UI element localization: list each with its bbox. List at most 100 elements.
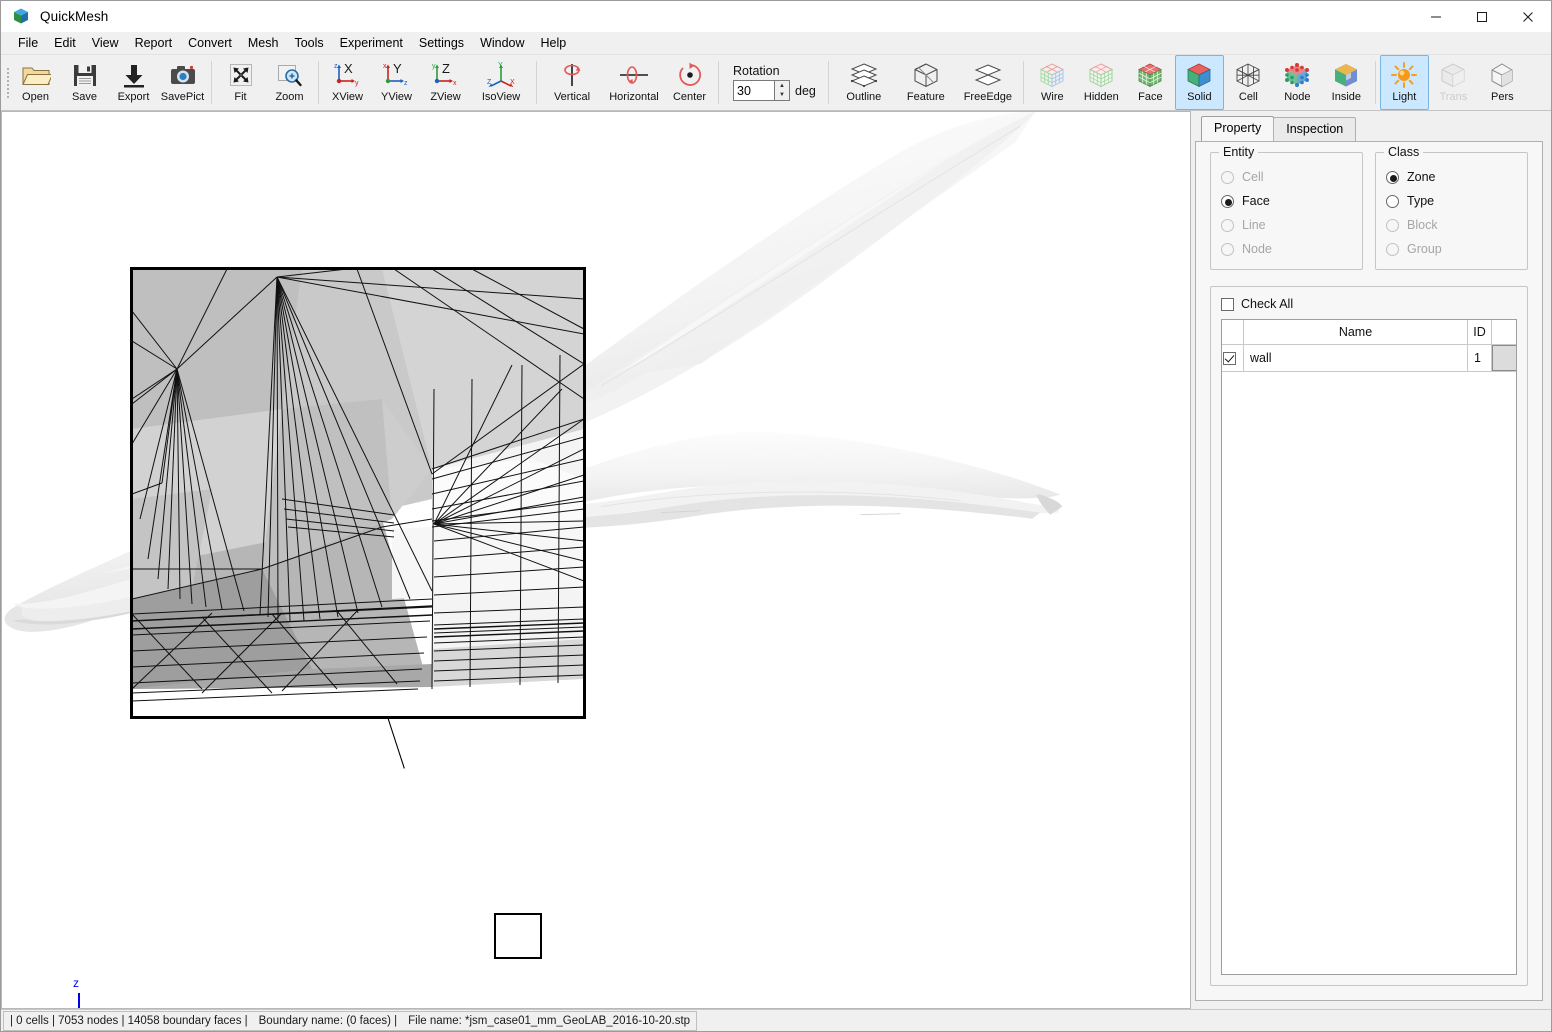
rotation-spin-down[interactable]: ▼ — [775, 91, 789, 101]
cube-cell-icon — [1234, 60, 1262, 90]
save-button[interactable]: Save — [60, 55, 109, 110]
vertical-button[interactable]: Vertical — [541, 55, 603, 110]
menu-report[interactable]: Report — [127, 34, 181, 52]
toolbar-group-rotate: Vertical Horizontal Center — [541, 55, 714, 110]
menu-window[interactable]: Window — [472, 34, 532, 52]
radio-indicator — [1386, 242, 1399, 256]
zview-button[interactable]: y x Z ZView — [421, 55, 470, 110]
savepict-button[interactable]: SavePict — [158, 55, 207, 110]
title-bar: QuickMesh — [1, 1, 1551, 32]
row-checkbox-cell[interactable] — [1222, 345, 1244, 371]
rotate-horizontal-icon — [616, 60, 652, 90]
rotation-spin-up[interactable]: ▲ — [775, 81, 789, 91]
entity-option-cell[interactable]: Cell — [1221, 165, 1352, 189]
row-color-swatch[interactable] — [1492, 345, 1516, 371]
rotation-input[interactable] — [733, 80, 775, 101]
axis-x-icon: z y X — [331, 60, 365, 90]
svg-text:x: x — [453, 80, 457, 87]
check-all-label: Check All — [1241, 297, 1294, 311]
3d-viewport[interactable]: z y x — [1, 111, 1191, 1009]
class-option-block[interactable]: Block — [1386, 213, 1517, 237]
pers-button[interactable]: Pers — [1478, 55, 1527, 110]
entity-option-face[interactable]: Face — [1221, 189, 1352, 213]
menu-help[interactable]: Help — [533, 34, 575, 52]
close-button[interactable] — [1505, 1, 1551, 32]
face-button[interactable]: Face — [1126, 55, 1175, 110]
zone-listbox: Check All Name ID wall 1 — [1210, 286, 1528, 986]
cube-inside-icon — [1332, 60, 1360, 90]
svg-text:z: z — [334, 63, 338, 70]
toolbar-group-display: Light Trans Pers — [1379, 55, 1527, 110]
rotation-unit: deg — [795, 83, 816, 98]
rotation-label: Rotation — [733, 64, 780, 78]
class-option-zone[interactable]: Zone — [1386, 165, 1517, 189]
class-option-type[interactable]: Type — [1386, 189, 1517, 213]
menu-view[interactable]: View — [84, 34, 127, 52]
radio-indicator — [1221, 242, 1234, 256]
minimize-button[interactable] — [1413, 1, 1459, 32]
horizontal-label: Horizontal — [609, 91, 659, 103]
row-checkbox[interactable] — [1222, 351, 1236, 365]
light-label: Light — [1392, 91, 1417, 103]
menu-settings[interactable]: Settings — [411, 34, 472, 52]
class-option-group[interactable]: Group — [1386, 237, 1517, 261]
menu-mesh[interactable]: Mesh — [240, 34, 287, 52]
axis-y-icon: x z Y — [380, 60, 414, 90]
menu-convert[interactable]: Convert — [180, 34, 240, 52]
entity-groupbox: Entity Cell Face Line Node — [1210, 145, 1363, 270]
menu-file[interactable]: File — [10, 34, 46, 52]
isoview-label: IsoView — [481, 91, 521, 103]
menu-experiment[interactable]: Experiment — [332, 34, 411, 52]
feature-button[interactable]: Feature — [895, 55, 957, 110]
center-button[interactable]: Center — [665, 55, 714, 110]
panel-tabstrip: Property Inspection — [1195, 116, 1543, 141]
rotation-spinner[interactable]: ▲ ▼ — [775, 80, 790, 101]
solid-button[interactable]: Solid — [1174, 55, 1224, 110]
export-button[interactable]: Export — [109, 55, 158, 110]
yview-button[interactable]: x z Y YView — [372, 55, 421, 110]
yview-label: YView — [381, 91, 412, 103]
status-filename: File name: *jsm_case01_mm_GeoLAB_2016-10… — [402, 1010, 698, 1031]
open-button[interactable]: Open — [11, 55, 60, 110]
fit-button[interactable]: Fit — [216, 55, 265, 110]
node-button[interactable]: Node — [1273, 55, 1322, 110]
wire-button[interactable]: Wire — [1028, 55, 1077, 110]
trans-button[interactable]: Trans — [1429, 55, 1478, 110]
entity-option-line[interactable]: Line — [1221, 213, 1352, 237]
solid-label: Solid — [1187, 91, 1212, 103]
table-row[interactable]: wall 1 — [1222, 345, 1516, 372]
menu-tools[interactable]: Tools — [286, 34, 331, 52]
radio-indicator — [1221, 194, 1234, 208]
toolbar-separator — [536, 61, 537, 104]
cube-face-icon — [1136, 60, 1164, 90]
export-label: Export — [117, 91, 150, 103]
horizontal-button[interactable]: Horizontal — [603, 55, 665, 110]
check-all-checkbox[interactable] — [1221, 297, 1234, 311]
svg-text:y: y — [355, 80, 359, 87]
tab-inspection[interactable]: Inspection — [1273, 117, 1357, 141]
check-all-row[interactable]: Check All — [1221, 297, 1517, 311]
xview-button[interactable]: z y X XView — [323, 55, 372, 110]
fit-label: Fit — [234, 91, 247, 103]
freeedge-button[interactable]: FreeEdge — [957, 55, 1019, 110]
zone-table[interactable]: Name ID wall 1 — [1221, 319, 1517, 975]
maximize-button[interactable] — [1459, 1, 1505, 32]
rotate-center-icon — [676, 60, 704, 90]
entity-option-node[interactable]: Node — [1221, 237, 1352, 261]
inside-button[interactable]: Inside — [1322, 55, 1371, 110]
menu-edit[interactable]: Edit — [46, 34, 84, 52]
cube-node-icon — [1283, 60, 1311, 90]
free-edge-icon — [973, 60, 1003, 90]
toolbar-separator — [718, 61, 719, 104]
isoview-button[interactable]: Y X Z IsoView — [470, 55, 532, 110]
radio-indicator — [1386, 218, 1399, 232]
entity-legend: Entity — [1219, 145, 1259, 159]
tab-property[interactable]: Property — [1201, 116, 1275, 141]
svg-text:x: x — [383, 63, 387, 70]
vertical-label: Vertical — [553, 91, 591, 103]
outline-button[interactable]: Outline — [833, 55, 895, 110]
zoom-button[interactable]: Zoom — [265, 55, 314, 110]
light-button[interactable]: Light — [1379, 55, 1429, 110]
cell-button[interactable]: Cell — [1224, 55, 1273, 110]
hidden-button[interactable]: Hidden — [1077, 55, 1126, 110]
